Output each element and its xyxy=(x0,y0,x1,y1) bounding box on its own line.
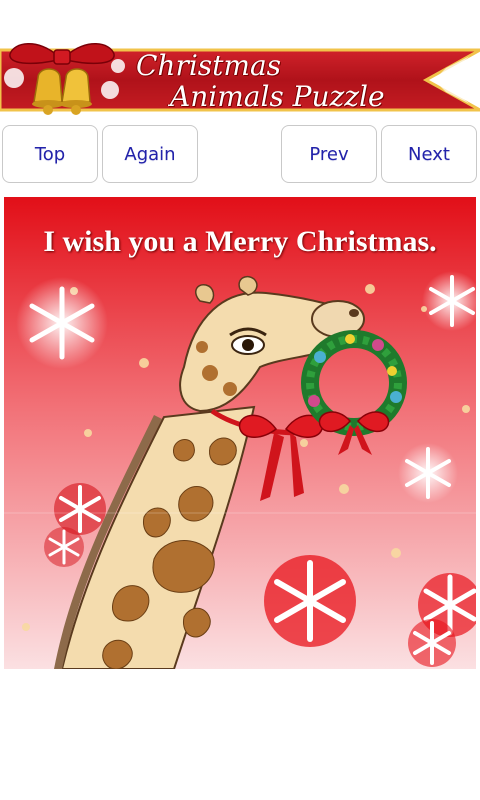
puzzle-card[interactable]: I wish you a Merry Christmas. xyxy=(4,197,476,669)
greeting-text: I wish you a Merry Christmas. xyxy=(43,225,437,258)
top-button[interactable]: Top xyxy=(2,125,98,183)
next-button[interactable]: Next xyxy=(381,125,477,183)
bells-icon xyxy=(4,43,125,115)
app-title-line1: Christmas xyxy=(136,49,282,82)
prev-button[interactable]: Prev xyxy=(281,125,377,183)
snowflake-icon xyxy=(16,277,108,369)
christmas-card-image xyxy=(4,197,476,669)
again-button[interactable]: Again xyxy=(102,125,198,183)
app-title-line2: Animals Puzzle xyxy=(170,80,385,113)
